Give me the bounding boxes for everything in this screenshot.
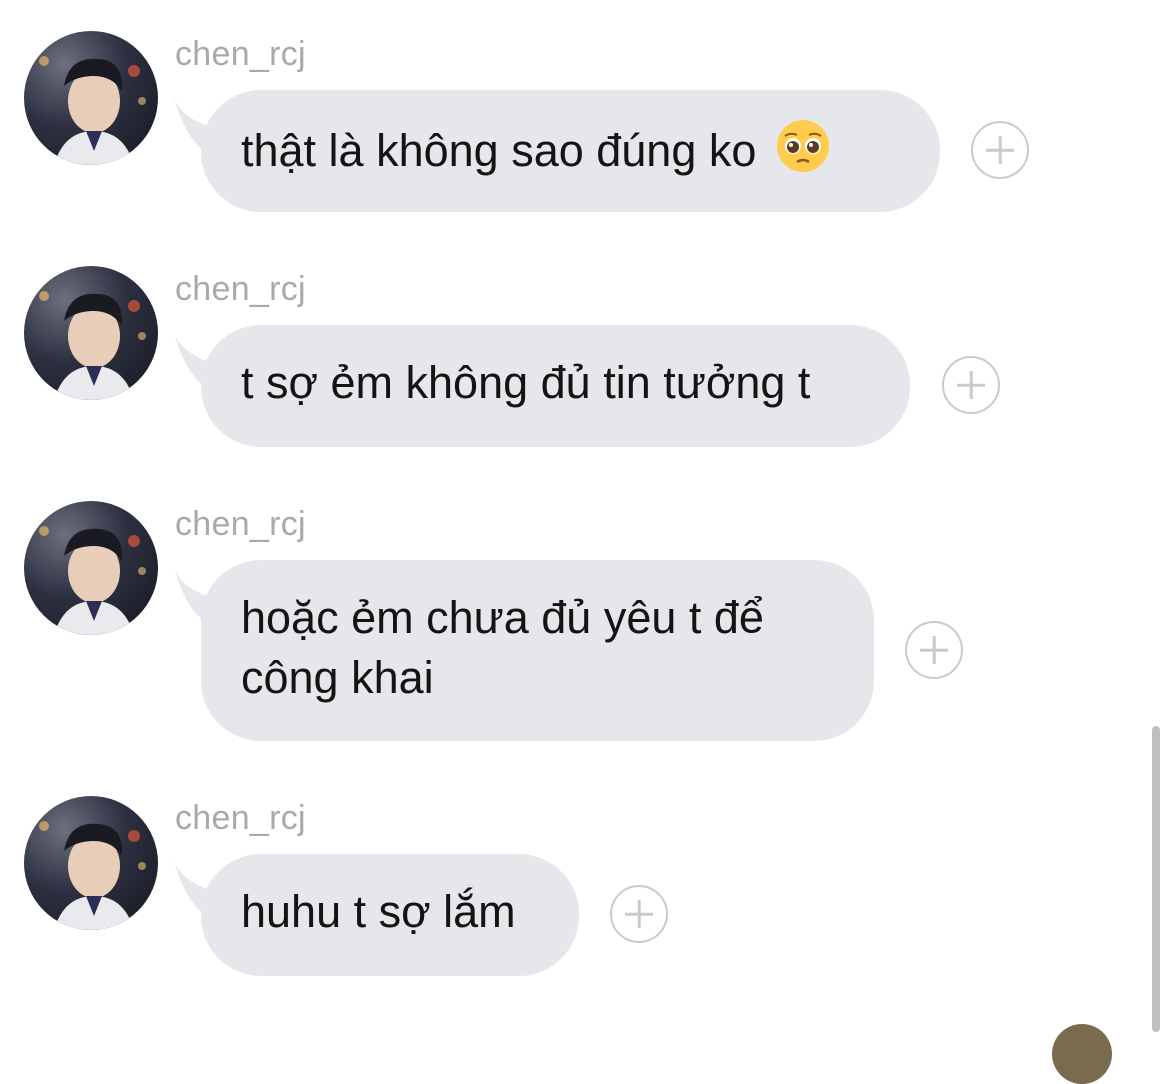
sender-name: chen_rcj [175, 505, 306, 543]
sender-name: chen_rcj [175, 35, 306, 73]
sender-name: chen_rcj [175, 799, 306, 837]
message-text-line: công khai [241, 652, 434, 703]
avatar[interactable] [24, 796, 158, 930]
message-text-line: hoặc ẻm chưa đủ yêu t để [241, 592, 764, 643]
add-reaction-button[interactable] [610, 885, 668, 943]
scrollbar[interactable] [1152, 726, 1160, 1032]
avatar[interactable] [24, 501, 158, 635]
avatar[interactable] [24, 31, 158, 165]
message-text: thật là không sao đúng ko [241, 125, 757, 176]
message-bubble[interactable]: t sợ ẻm không đủ tin tưởng t [201, 325, 910, 447]
add-reaction-button[interactable] [942, 356, 1000, 414]
message-text: t sợ ẻm không đủ tin tưởng t [241, 357, 811, 408]
message-text: huhu t sợ lắm [241, 886, 516, 937]
message-bubble[interactable]: hoặc ẻm chưa đủ yêu t để công khai [201, 560, 874, 741]
add-reaction-button[interactable] [905, 621, 963, 679]
sender-name: chen_rcj [175, 270, 306, 308]
avatar [1052, 1024, 1112, 1084]
message-bubble[interactable]: thật là không sao đúng ko [201, 90, 940, 212]
add-reaction-button[interactable] [971, 121, 1029, 179]
avatar[interactable] [24, 266, 158, 400]
pleading-face-icon [776, 120, 829, 172]
message-bubble[interactable]: huhu t sợ lắm [201, 854, 579, 976]
